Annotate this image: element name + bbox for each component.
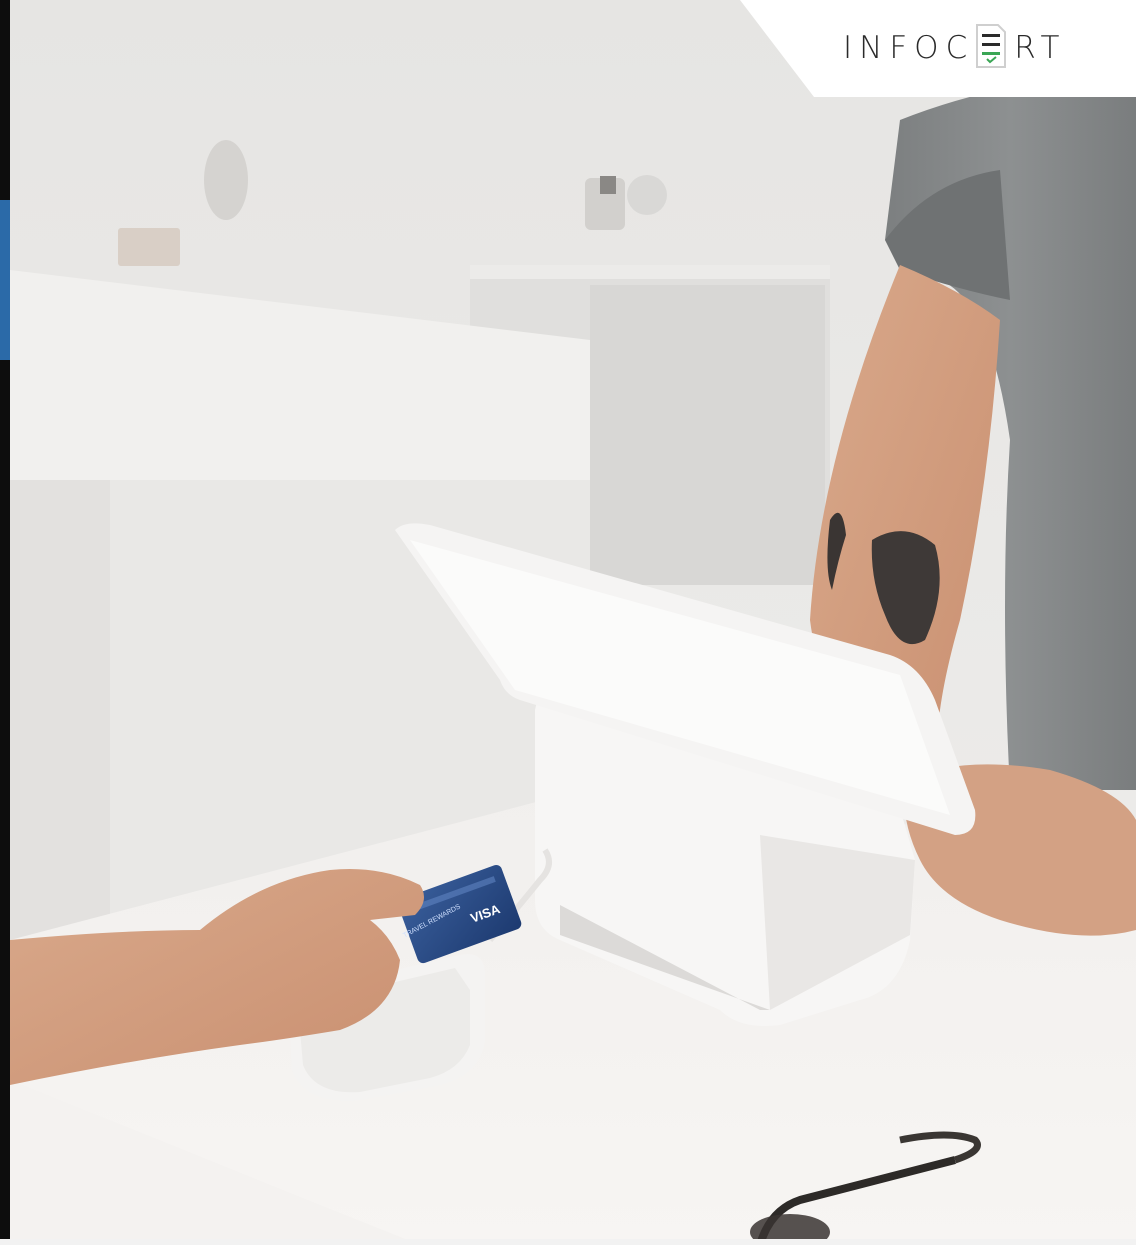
photo-frame: VISA TRAVEL REWARDS INFOC RT [0,0,1136,1245]
logo-text-left: INFOC [843,30,975,66]
e-document-check-icon [974,23,1008,74]
bottom-edge [0,1239,1136,1245]
logo-text-right: RT [1014,30,1067,66]
photo-scene [0,0,1136,1245]
left-edge-bar [0,0,10,1245]
infocert-logo: INFOC RT [843,23,1067,68]
left-edge-accent [0,200,10,360]
